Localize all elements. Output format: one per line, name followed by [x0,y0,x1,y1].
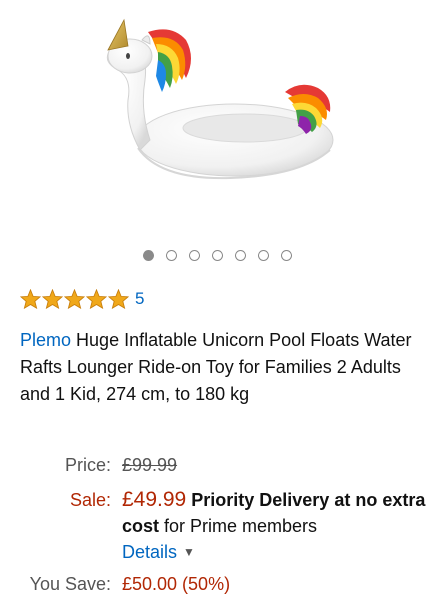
star-icon [20,289,41,309]
product-title: Plemo Huge Inflatable Unicorn Pool Float… [20,327,420,408]
list-price: £99.99 [122,455,178,475]
brand-link[interactable]: Plemo [20,330,71,350]
carousel-dot[interactable] [211,250,223,261]
carousel-dot[interactable] [142,250,154,261]
details-link[interactable]: Details ▼ [122,542,195,562]
savings-amount: £50.00 (50%) [122,574,231,594]
details-label: Details [122,542,178,562]
rating-row: 5 [20,289,144,309]
price-label: Price: [64,455,111,475]
star-icon [42,289,63,309]
carousel-dot[interactable] [280,250,292,261]
carousel-dot[interactable] [257,250,269,261]
carousel-dot[interactable] [188,250,200,261]
image-carousel-dots [0,250,434,261]
carousel-dot[interactable] [165,250,177,261]
star-icon [86,289,107,309]
you-save-label: You Save: [29,574,111,594]
rating-count-link[interactable]: 5 [135,289,144,309]
sale-label: Sale: [69,490,111,510]
star-icon [64,289,85,309]
carousel-dot[interactable] [234,250,246,261]
caret-down-icon: ▼ [183,545,195,559]
star-rating[interactable] [20,289,129,309]
star-icon [108,289,129,309]
sale-price: £49.99 [122,488,187,511]
product-image[interactable] [0,0,434,240]
pricing-block: Price: £99.99 Sale: £49.99 Priority Deli… [0,452,434,597]
product-title-text: Huge Inflatable Unicorn Pool Floats Wate… [20,330,412,404]
prime-members-text: for Prime members [159,516,318,536]
